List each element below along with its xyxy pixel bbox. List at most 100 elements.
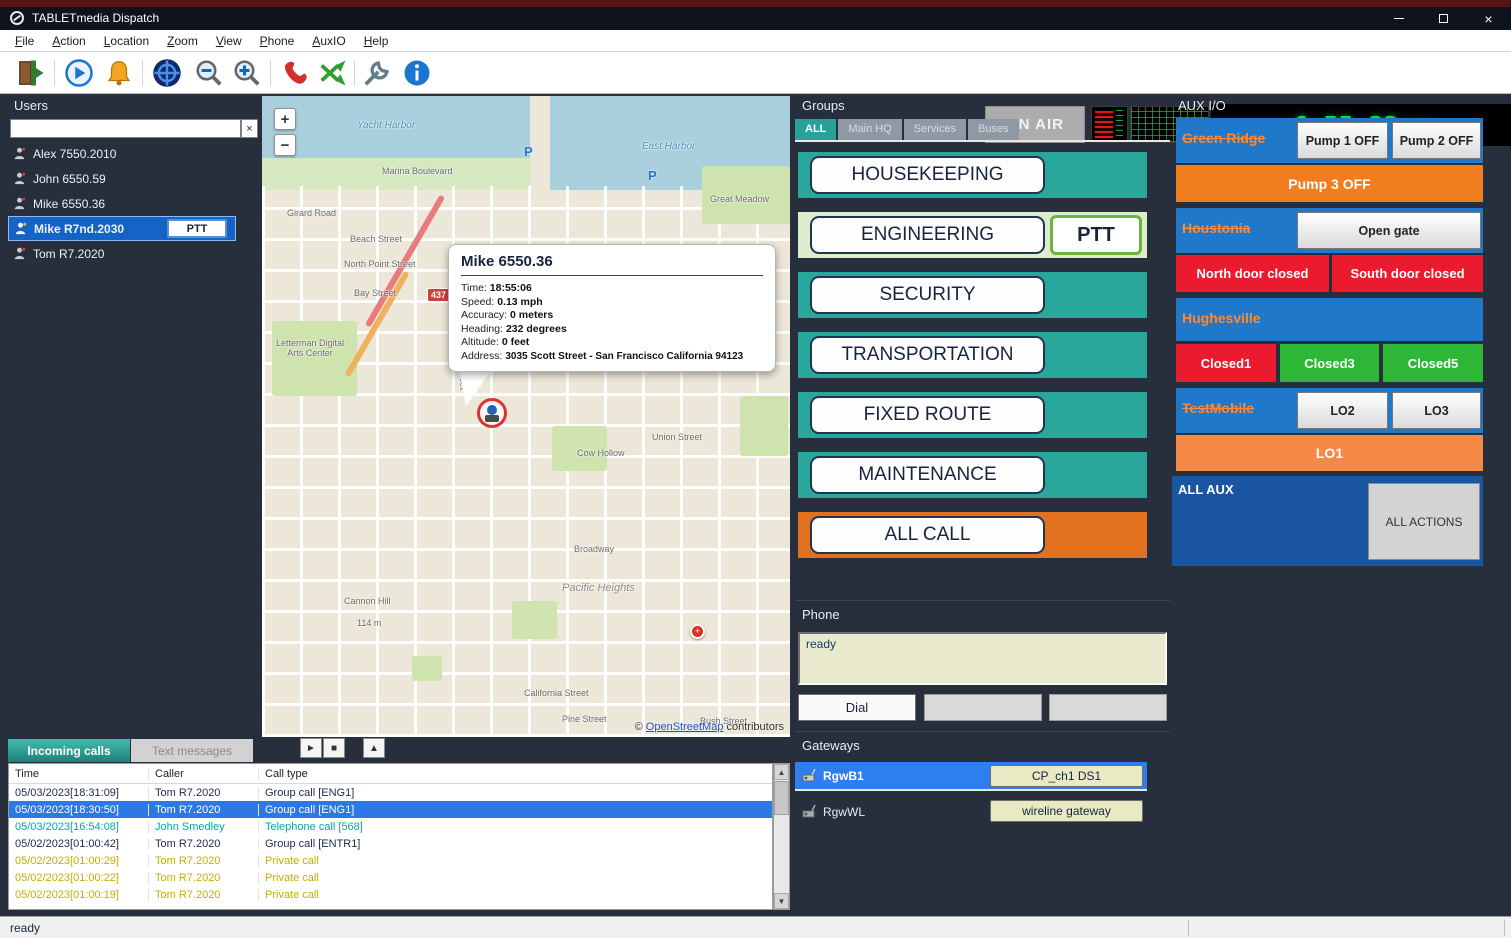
group-button-housekeeping[interactable]: HOUSEKEEPING <box>810 156 1045 194</box>
call-row-selected[interactable]: 05/03/2023[18:30:50]Tom R7.2020Group cal… <box>9 801 772 818</box>
menu-auxio[interactable]: AuxIO <box>303 31 354 51</box>
user-ptt-button[interactable]: PTT <box>167 219 227 238</box>
map-view[interactable]: Yacht Harbor Marina Boulevard East Harbo… <box>262 96 790 737</box>
menu-action[interactable]: Action <box>43 31 94 51</box>
user-row-john[interactable]: John 6550.59 <box>8 166 258 191</box>
group-row-fixed-route: FIXED ROUTE <box>798 392 1147 438</box>
call-row[interactable]: 05/03/2023[16:54:08]John SmedleyTelephon… <box>9 818 772 835</box>
playback-play-button[interactable]: ► <box>300 738 322 758</box>
call-row[interactable]: 05/02/2023[01:00:22]Tom R7.2020Private c… <box>9 869 772 886</box>
user-row-mike-r7nd-selected[interactable]: Mike R7nd.2030 PTT <box>8 216 236 241</box>
zoom-out-icon[interactable] <box>192 56 226 90</box>
map-label: East Harbor <box>642 141 695 152</box>
call-row[interactable]: 05/03/2023[18:31:09]Tom R7.2020Group cal… <box>9 784 772 801</box>
scroll-up-icon[interactable]: ▲ <box>774 764 789 780</box>
aux-panel-title: AUX I/O <box>1178 98 1226 113</box>
poi-marker[interactable]: + <box>690 624 705 639</box>
group-button-security[interactable]: SECURITY <box>810 276 1045 314</box>
closed5-button[interactable]: Closed5 <box>1383 344 1483 382</box>
tab-text-messages[interactable]: Text messages <box>131 739 253 762</box>
map-label: Bay Street <box>354 288 396 298</box>
pump1-button[interactable]: Pump 1 OFF <box>1297 122 1388 159</box>
all-actions-button[interactable]: ALL ACTIONS <box>1368 483 1480 560</box>
group-button-engineering[interactable]: ENGINEERING <box>810 216 1045 254</box>
aux-site-label: Houstonia <box>1182 220 1250 236</box>
gateway-channel-button[interactable]: CP_ch1 DS1 <box>990 765 1143 787</box>
scrollbar-thumb[interactable] <box>774 781 789 815</box>
map-label: Broadway <box>574 544 614 554</box>
group-ptt-button[interactable]: PTT <box>1050 215 1142 255</box>
call-row[interactable]: 05/02/2023[01:00:29]Tom R7.2020Private c… <box>9 852 772 869</box>
closed3-button[interactable]: Closed3 <box>1280 344 1379 382</box>
park-area <box>740 396 788 456</box>
toolbar: ON AIR 6:55:32pm <box>0 52 1511 94</box>
scroll-down-icon[interactable]: ▼ <box>774 893 789 909</box>
close-button[interactable]: × <box>1466 7 1511 30</box>
gateway-row-rgwb1[interactable]: RgwB1 CP_ch1 DS1 <box>795 762 1147 791</box>
exit-icon[interactable] <box>14 56 48 90</box>
user-icon <box>13 221 28 236</box>
phone-blank-button-1[interactable] <box>924 694 1042 721</box>
map-zoom-in-button[interactable]: + <box>274 108 296 130</box>
user-row-tom[interactable]: Tom R7.2020 <box>8 241 258 266</box>
dial-button[interactable]: Dial <box>798 694 916 721</box>
lo3-button[interactable]: LO3 <box>1392 392 1481 429</box>
calls-scrollbar[interactable]: ▲ ▼ <box>773 763 790 910</box>
menu-location[interactable]: Location <box>95 31 158 51</box>
menu-file[interactable]: File <box>6 31 43 51</box>
clear-search-icon[interactable]: × <box>241 119 258 138</box>
user-row-alex[interactable]: Alex 7550.2010 <box>8 141 258 166</box>
tab-buses[interactable]: Buses <box>968 119 1019 140</box>
closed1-button[interactable]: Closed1 <box>1176 344 1276 382</box>
aux-section-houstonia: Houstonia Open gate <box>1176 208 1483 253</box>
play-icon[interactable] <box>62 56 96 90</box>
popup-field: Address: 3035 Scott Street - San Francis… <box>461 350 763 364</box>
tools-icon[interactable] <box>360 56 394 90</box>
playback-up-button[interactable]: ▲ <box>363 738 385 758</box>
minimize-button[interactable] <box>1376 7 1421 30</box>
locate-icon[interactable] <box>150 56 184 90</box>
menu-view[interactable]: View <box>207 31 251 51</box>
tab-all[interactable]: ALL <box>795 119 836 140</box>
pump2-button[interactable]: Pump 2 OFF <box>1392 122 1481 159</box>
tab-services[interactable]: Services <box>904 119 966 140</box>
info-icon[interactable] <box>400 56 434 90</box>
playback-stop-button[interactable]: ■ <box>323 738 345 758</box>
lo2-button[interactable]: LO2 <box>1297 392 1388 429</box>
calls-table-header: Time Caller Call type <box>9 764 772 784</box>
group-button-all-call[interactable]: ALL CALL <box>810 516 1045 554</box>
south-door-button[interactable]: South door closed <box>1332 255 1483 292</box>
menu-help[interactable]: Help <box>355 31 398 51</box>
tab-incoming-calls[interactable]: Incoming calls <box>8 739 130 762</box>
group-button-fixed-route[interactable]: FIXED ROUTE <box>810 396 1045 434</box>
lo1-button[interactable]: LO1 <box>1176 435 1483 471</box>
menu-phone[interactable]: Phone <box>251 31 304 51</box>
zoom-in-icon[interactable] <box>230 56 264 90</box>
open-gate-button[interactable]: Open gate <box>1297 212 1481 249</box>
phone-icon[interactable] <box>278 56 312 90</box>
pump3-button[interactable]: Pump 3 OFF <box>1176 165 1483 202</box>
map-zoom-out-button[interactable]: − <box>274 134 296 156</box>
menu-bar: File Action Location Zoom View Phone Aux… <box>0 30 1511 52</box>
call-row[interactable]: 05/02/2023[01:00:19]Tom R7.2020Private c… <box>9 886 772 903</box>
window-top-border <box>0 0 1511 7</box>
user-row-mike[interactable]: Mike 6550.36 <box>8 191 258 216</box>
gateway-row-rgwwl[interactable]: RgwWL wireline gateway <box>795 797 1147 826</box>
popup-field: Time: 18:55:06 <box>461 282 763 296</box>
app-window: TABLETmedia Dispatch × File Action Locat… <box>0 0 1511 938</box>
menu-zoom[interactable]: Zoom <box>158 31 207 51</box>
maximize-button[interactable] <box>1421 7 1466 30</box>
aux-site-label: Green Ridge <box>1182 130 1265 146</box>
map-label: Girard Road <box>287 208 336 218</box>
group-button-transportation[interactable]: TRANSPORTATION <box>810 336 1045 374</box>
crosspatch-icon[interactable] <box>316 56 350 90</box>
group-button-maintenance[interactable]: MAINTENANCE <box>810 456 1045 494</box>
gateway-channel-button[interactable]: wireline gateway <box>990 800 1143 822</box>
phone-blank-button-2[interactable] <box>1049 694 1167 721</box>
call-row[interactable]: 05/02/2023[01:00:42]Tom R7.2020Group cal… <box>9 835 772 852</box>
openstreetmap-link[interactable]: OpenStreetMap <box>646 721 724 733</box>
alarm-icon[interactable] <box>102 56 136 90</box>
tab-main-hq[interactable]: Main HQ <box>838 119 901 140</box>
north-door-button[interactable]: North door closed <box>1176 255 1329 292</box>
user-search-input[interactable] <box>10 119 241 138</box>
